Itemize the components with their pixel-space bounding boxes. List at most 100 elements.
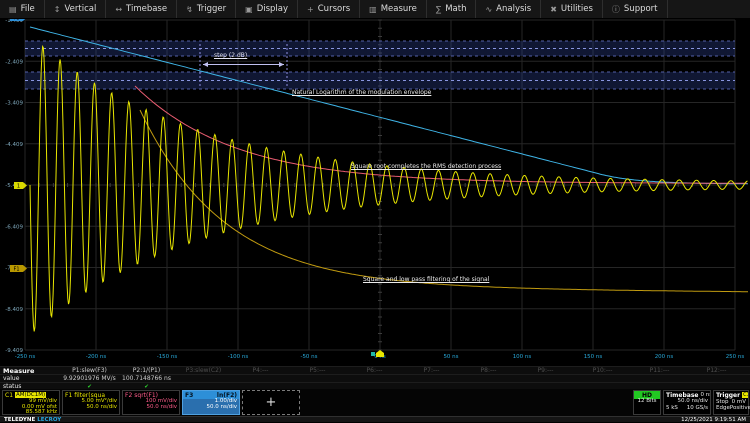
- measure-col-p5-label: P5:---: [289, 367, 346, 374]
- y-axis-label: -8.409: [5, 307, 23, 313]
- c1-freq: 85.587 kHz: [5, 410, 57, 416]
- measure-col-p1-label[interactable]: P1:slew(F3): [61, 367, 118, 374]
- f1-id: F1: [65, 392, 72, 399]
- c1-id: C1: [5, 392, 13, 399]
- step-arrow-left-head: [203, 62, 208, 67]
- y-axis-label: -4.409: [5, 142, 23, 148]
- scope-graticule: -1.409-2.409-3.409-4.409-5.409-6.409-7.4…: [0, 0, 750, 415]
- annotation-low-pass: Square and low pass filtering of the sig…: [363, 276, 489, 283]
- menu-label: Measure: [381, 4, 417, 14]
- y-axis-label: -3.409: [5, 101, 23, 107]
- math-icon: ∑: [436, 5, 441, 14]
- add-trace-button[interactable]: +: [242, 390, 300, 415]
- menu-label: Utilities: [561, 4, 593, 14]
- menu-item-timebase[interactable]: ↔ Timebase: [106, 0, 177, 18]
- trigger-type: Edge: [716, 405, 730, 411]
- timebase-descriptor[interactable]: Timebase 0 ns 50.0 ns/div 5 kS 10 GS/s: [663, 390, 711, 415]
- math-f1-descriptor[interactable]: F1 filter(squa 5.00 mV²/div 50.0 ns/div: [62, 390, 120, 415]
- x-axis-label: 50 ns: [443, 354, 458, 360]
- menu-label: Vertical: [65, 4, 97, 14]
- measure-col-p2-value: 100.7148766 ns: [118, 375, 175, 382]
- y-axis-label: -2.409: [5, 59, 23, 65]
- waveform-f1-filtered-square: [140, 110, 748, 292]
- vertical-icon: ↕: [54, 5, 61, 14]
- measure-col-p4-label: P4:---: [232, 367, 289, 374]
- menu-item-utilities[interactable]: ✖ Utilities: [541, 0, 603, 18]
- menu-label: Display: [257, 4, 288, 14]
- x-axis-label: 100 ns: [513, 354, 532, 360]
- trigger-descriptor[interactable]: Trigger C1 DC Stop 0 mV Edge Positive: [713, 390, 749, 415]
- cursor-step-label: step (2 dB): [214, 52, 247, 59]
- math-f2-descriptor[interactable]: F2 sqrt(F1) 100 mV/div 50.0 ns/div: [122, 390, 180, 415]
- f2-tdiv: 50.0 ns/div: [125, 405, 177, 411]
- hd-mode-descriptor[interactable]: HD 12 Bits: [633, 390, 661, 415]
- f1-level-marker-label: F1: [13, 267, 19, 273]
- menu-item-math[interactable]: ∑ Math: [427, 0, 477, 18]
- measure-row-measure: MeasureP1:slew(F3)P2:1/(P1)P3:slew(C2)P4…: [0, 366, 750, 374]
- menu-item-support[interactable]: ⓘ Support: [603, 0, 668, 18]
- menu-item-cursors[interactable]: + Cursors: [298, 0, 360, 18]
- step-arrow-right-head: [279, 62, 284, 67]
- annotation-natural-log: Natural Logarithm of the modulation enve…: [292, 89, 431, 96]
- analysis-icon: ∿: [485, 5, 492, 14]
- measure-row-label: value: [0, 375, 61, 382]
- x-axis-label: 250 ns: [726, 354, 745, 360]
- menu-label: Math: [445, 4, 466, 14]
- measure-table: MeasureP1:slew(F3)P2:1/(P1)P3:slew(C2)P4…: [0, 366, 750, 389]
- x-axis-label: 200 ns: [655, 354, 674, 360]
- status-bar: TELEDYNELECROY 12/25/2021 9:19:51 AM: [0, 416, 750, 422]
- annotation-square-root: Square root completes the RMS detection …: [351, 163, 501, 170]
- zero-time-indicator: [371, 352, 375, 356]
- measure-col-p10-label: P10:---: [574, 367, 631, 374]
- measure-row-value: value9.92901976 MV/s100.7148766 ns: [0, 374, 750, 382]
- menu-label: Cursors: [318, 4, 350, 14]
- menu-label: Timebase: [126, 4, 167, 14]
- measure-col-p9-label: P9:---: [517, 367, 574, 374]
- menu-item-file[interactable]: ▤File: [0, 0, 45, 18]
- x-axis-label: -200 ns: [86, 354, 107, 360]
- y-axis-label: -6.409: [5, 224, 23, 230]
- timebase-icon: ↔: [115, 5, 122, 14]
- x-axis-label: 150 ns: [584, 354, 603, 360]
- menu-label: Analysis: [496, 4, 531, 14]
- support-icon: ⓘ: [612, 4, 620, 15]
- measure-row-label: Measure: [0, 367, 61, 375]
- measure-col-p8-label: P8:---: [460, 367, 517, 374]
- channel-c1-descriptor[interactable]: C1 AM(DC1M) 99 mV/div 0.00 mV ofst 85.58…: [2, 390, 60, 415]
- measure-col-p12-label: P12:---: [688, 367, 745, 374]
- measure-icon: ▥: [369, 5, 377, 14]
- f2-id: F2: [125, 392, 132, 399]
- x-axis-label: -50 ns: [300, 354, 317, 360]
- descriptor-row: C1 AM(DC1M) 99 mV/div 0.00 mV ofst 85.58…: [0, 389, 750, 416]
- x-axis-label: -100 ns: [228, 354, 249, 360]
- timebase-samples: 5 kS: [666, 405, 678, 411]
- menu-label: File: [21, 4, 35, 14]
- menu-item-analysis[interactable]: ∿ Analysis: [476, 0, 541, 18]
- display-icon: ▣: [245, 5, 253, 14]
- timebase-rate: 10 GS/s: [687, 405, 708, 411]
- measure-col-p6-label: P6:---: [346, 367, 403, 374]
- measure-col-p7-label: P7:---: [403, 367, 460, 374]
- cursors-icon: +: [307, 5, 314, 14]
- hd-bits: 12 Bits: [636, 399, 658, 405]
- utilities-icon: ✖: [550, 5, 557, 14]
- trigger-position-marker[interactable]: [376, 350, 384, 357]
- measure-col-p1-value: 9.92901976 MV/s: [61, 375, 118, 382]
- menu-item-measure[interactable]: ▥ Measure: [360, 0, 427, 18]
- f3-id: F3: [185, 392, 193, 399]
- menu-label: Support: [624, 4, 658, 14]
- menu-item-trigger[interactable]: ↯Trigger: [177, 0, 236, 18]
- menu-bar: ▤File ↕ Vertical ↔ Timebase ↯Trigger ▣ Display +…: [0, 0, 750, 19]
- x-axis-label: -150 ns: [157, 354, 178, 360]
- math-f3-descriptor[interactable]: F3 ln(F2) 1.00/div 50.0 ns/div: [182, 390, 240, 415]
- trigger-source-badge: C1: [742, 392, 748, 398]
- menu-item-display[interactable]: ▣ Display: [236, 0, 298, 18]
- x-axis-label: -250 ns: [15, 354, 36, 360]
- trigger-title: Trigger: [716, 392, 740, 399]
- trigger-slope: Positive: [730, 405, 750, 411]
- menu-label: Trigger: [197, 4, 226, 14]
- measure-col-p2-label[interactable]: P2:1/(P1): [118, 367, 175, 374]
- measure-col-p11-label: P11:---: [631, 367, 688, 374]
- c1-level-marker-label: 1: [17, 184, 20, 190]
- menu-item-vertical[interactable]: ↕ Vertical: [45, 0, 107, 18]
